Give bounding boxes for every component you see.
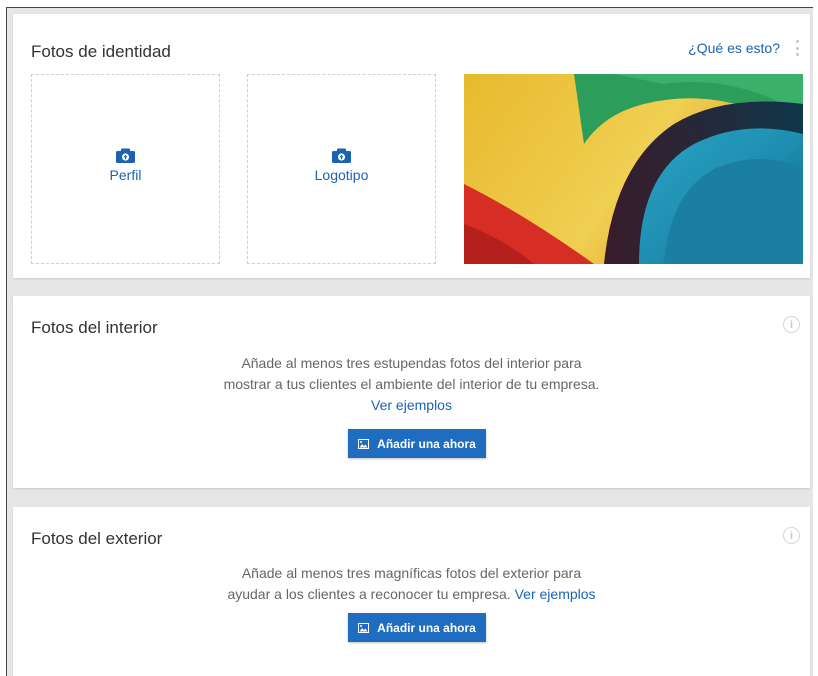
logo-photo-upload[interactable]: Logotipo <box>247 74 436 264</box>
interior-examples-link[interactable]: Ver ejemplos <box>371 397 452 413</box>
exterior-desc-line2: ayudar a los clientes a reconocer tu emp… <box>227 586 515 602</box>
what-is-this-link[interactable]: ¿Qué es esto? <box>688 40 780 56</box>
exterior-card-title: Fotos del exterior <box>31 529 163 548</box>
logo-label: Logotipo <box>314 166 369 183</box>
identity-card-title: Fotos de identidad <box>31 42 171 61</box>
interior-photos-card: Fotos del interior i Añade al menos tres… <box>13 296 810 488</box>
add-exterior-button-label: Añadir una ahora <box>377 620 476 635</box>
more-vert-icon[interactable] <box>792 38 802 58</box>
cover-photo[interactable] <box>464 74 803 264</box>
info-icon[interactable]: i <box>783 527 800 544</box>
add-interior-photo-button[interactable]: Añadir una ahora <box>348 429 486 458</box>
interior-description: Añade al menos tres estupendas fotos del… <box>13 353 810 416</box>
photo-icon <box>358 622 370 633</box>
profile-photo-upload[interactable]: Perfil <box>31 74 220 264</box>
add-interior-button-label: Añadir una ahora <box>377 436 476 451</box>
interior-card-title: Fotos del interior <box>31 318 158 337</box>
profile-label: Perfil <box>109 166 142 183</box>
interior-desc-line2: mostrar a tus clientes el ambiente del i… <box>223 376 600 392</box>
exterior-examples-link[interactable]: Ver ejemplos <box>515 586 596 602</box>
exterior-photos-card: Fotos del exterior i Añade al menos tres… <box>13 507 810 676</box>
photo-icon <box>358 438 370 449</box>
identity-photos-card: Fotos de identidad ¿Qué es esto? Perfil <box>13 14 810 278</box>
camera-upload-icon <box>116 148 135 163</box>
info-icon[interactable]: i <box>783 316 800 333</box>
add-exterior-photo-button[interactable]: Añadir una ahora <box>348 613 486 642</box>
interior-desc-line1: Añade al menos tres estupendas fotos del… <box>241 355 582 371</box>
camera-upload-icon <box>332 148 351 163</box>
exterior-description: Añade al menos tres magníficas fotos del… <box>13 563 810 605</box>
photos-page: Fotos de identidad ¿Qué es esto? Perfil <box>6 7 813 676</box>
exterior-desc-line1: Añade al menos tres magníficas fotos del… <box>241 565 582 581</box>
